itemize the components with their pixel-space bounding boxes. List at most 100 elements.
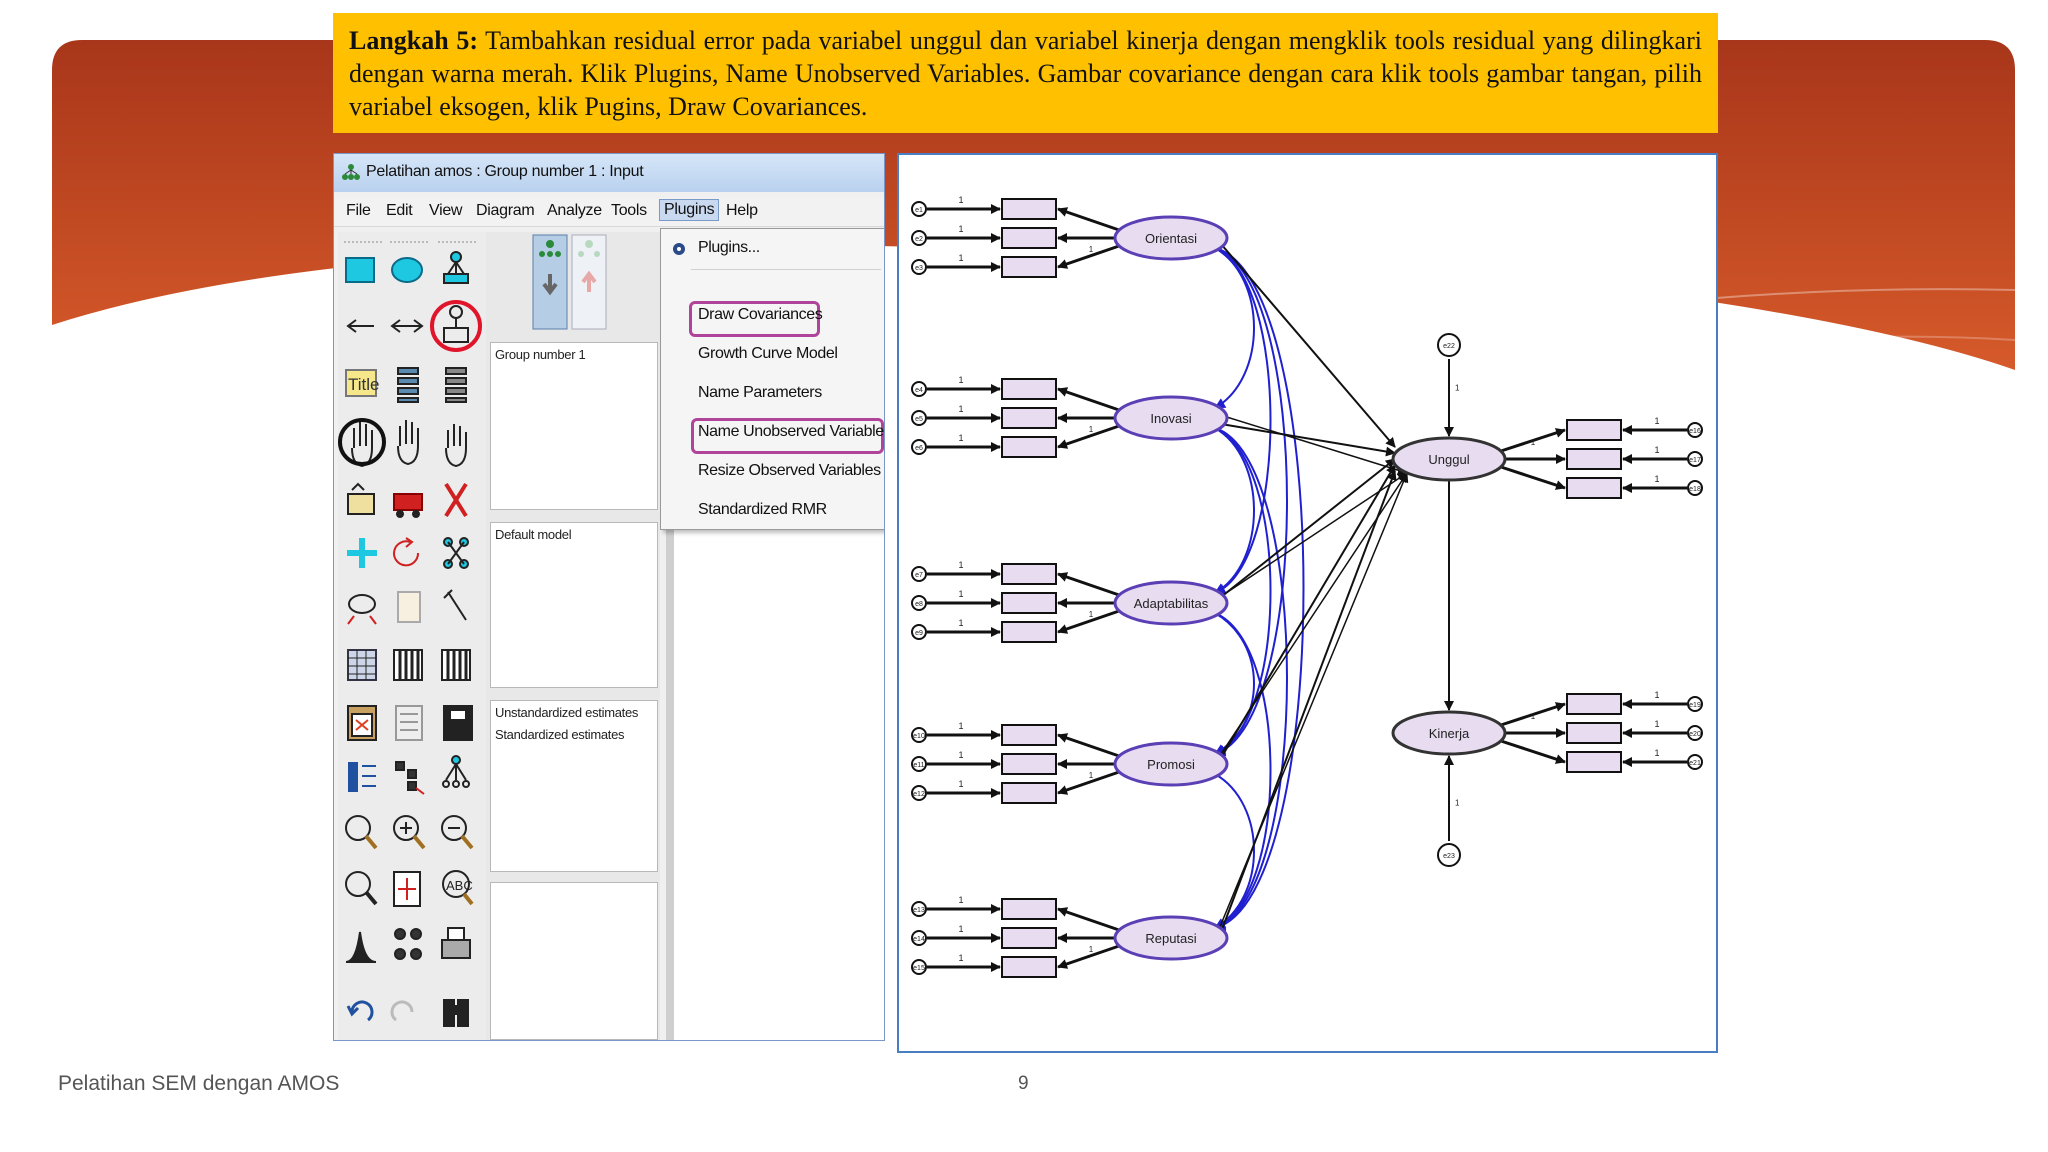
observed-variable[interactable] (1001, 563, 1057, 585)
observed-variable[interactable] (1001, 753, 1057, 775)
observed-variable[interactable] (1001, 898, 1057, 920)
loupe-icon[interactable]: ABC (442, 870, 474, 906)
menuitem-name-unobserved-variables[interactable]: Name Unobserved Variables (698, 423, 884, 441)
unstandardized-estimates-label[interactable]: Unstandardized estimates (495, 705, 638, 720)
fit-page-icon[interactable] (393, 871, 421, 907)
toolbox-grid: Title ABC (338, 241, 482, 1027)
menu-analyze[interactable]: Analyze (547, 202, 602, 220)
zoom-select-icon[interactable] (345, 815, 378, 850)
structural-path-unggul (1220, 243, 1396, 448)
files-panel[interactable] (490, 882, 658, 1040)
observed-variable[interactable] (1001, 256, 1057, 278)
groups-panel[interactable]: Group number 1 (490, 342, 658, 510)
menu-help[interactable]: Help (726, 202, 758, 220)
observed-variable[interactable] (1001, 407, 1057, 429)
ellipse-icon[interactable] (391, 257, 423, 283)
observed-variable[interactable] (1566, 751, 1622, 773)
list-objects-icon[interactable] (445, 367, 467, 403)
view-page-icon[interactable] (345, 871, 378, 906)
double-arrow-icon[interactable] (390, 319, 424, 333)
error-label: e1 (915, 207, 923, 214)
hand-select-all-icon[interactable] (397, 420, 419, 466)
menu-plugins[interactable]: Plugins (659, 199, 720, 221)
covariance-arrow (1203, 419, 1272, 756)
latent-label-adaptabilitas: Adaptabilitas (1134, 596, 1209, 611)
menu-edit[interactable]: Edit (386, 202, 413, 220)
specification-search-icon[interactable] (443, 999, 469, 1027)
move-icon[interactable] (393, 493, 423, 518)
move-parameters-icon[interactable] (347, 594, 377, 625)
print-icon[interactable] (441, 927, 471, 959)
preserve-symmetry-icon[interactable] (442, 755, 470, 788)
redo-icon[interactable] (390, 1000, 414, 1022)
menuitem-name-parameters[interactable]: Name Parameters (698, 384, 822, 402)
step-text: Tambahkan residual error pada variabel u… (349, 26, 1702, 121)
bayesian-icon[interactable] (345, 931, 377, 963)
menuitem-draw-covariances[interactable]: Draw Covariances (698, 306, 823, 324)
observed-variable[interactable] (1001, 956, 1057, 978)
estimates-panel[interactable]: Unstandardized estimates Standardized es… (490, 700, 658, 872)
text-output-icon[interactable] (395, 705, 423, 741)
observed-variable[interactable] (1001, 198, 1057, 220)
observed-variable[interactable] (1566, 477, 1622, 499)
calculate-estimates-icon[interactable] (441, 649, 471, 681)
observed-variable[interactable] (1001, 621, 1057, 643)
observed-variable[interactable] (1001, 782, 1057, 804)
standardized-estimates-label[interactable]: Standardized estimates (495, 727, 625, 742)
scroll-icon[interactable] (397, 591, 421, 623)
observed-variable[interactable] (1001, 724, 1057, 746)
observed-variable[interactable] (1566, 722, 1622, 744)
menuitem-plugins[interactable]: Plugins... (698, 239, 760, 257)
menu-view[interactable]: View (429, 202, 463, 220)
menuitem-growth-curve-model[interactable]: Growth Curve Model (698, 345, 838, 363)
reflect-icon[interactable] (443, 537, 469, 569)
shape-change-icon[interactable] (347, 538, 377, 568)
menu-file[interactable]: File (346, 202, 371, 220)
list-variables-icon[interactable] (397, 367, 419, 403)
model-label[interactable]: Default model (495, 527, 572, 542)
erase-icon[interactable] (444, 482, 468, 518)
title-icon[interactable]: Title (345, 369, 380, 397)
residual-weight-label: 1 (1455, 384, 1460, 393)
observed-variable[interactable] (1566, 693, 1622, 715)
observed-variable[interactable] (1566, 448, 1622, 470)
error-label: e7 (915, 572, 923, 579)
menu-diagram[interactable]: Diagram (476, 202, 535, 220)
menu-separator (691, 269, 881, 270)
multiple-group-icon[interactable] (394, 928, 422, 960)
observed-variable[interactable] (1001, 378, 1057, 400)
rotate-icon[interactable] (393, 537, 420, 567)
path-weight-label: 1 (958, 618, 963, 628)
hand-select-icon[interactable] (338, 418, 386, 468)
observed-variable[interactable] (1566, 419, 1622, 441)
hand-deselect-icon[interactable] (445, 424, 467, 468)
loading-path (1500, 739, 1566, 764)
observed-variable[interactable] (1001, 436, 1057, 458)
zoom-out-icon[interactable] (441, 815, 474, 850)
models-panel[interactable]: Default model (490, 522, 658, 688)
observed-variable[interactable] (1001, 227, 1057, 249)
menuitem-resize-observed-variables[interactable]: Resize Observed Variables (698, 462, 881, 480)
loading-path (1057, 207, 1120, 232)
menuitem-standardized-rmr[interactable]: Standardized RMR (698, 501, 827, 519)
drag-properties-icon[interactable] (395, 761, 425, 795)
zoom-in-icon[interactable] (393, 815, 426, 850)
data-file-icon[interactable] (347, 649, 377, 681)
menu-tools[interactable]: Tools (611, 202, 647, 220)
touch-up-icon[interactable] (443, 589, 467, 621)
undo-icon[interactable] (346, 1000, 374, 1022)
object-properties-icon[interactable] (348, 762, 376, 792)
step-instruction: Langkah 5: Tambahkan residual error pada… (333, 13, 1718, 133)
observed-variable[interactable] (1001, 927, 1057, 949)
single-arrow-icon[interactable] (346, 319, 374, 333)
duplicate-icon[interactable] (347, 482, 375, 515)
group-label[interactable]: Group number 1 (495, 347, 586, 362)
save-icon[interactable] (443, 705, 473, 741)
clipboard-icon[interactable] (347, 705, 377, 741)
rectangle-icon[interactable] (345, 257, 375, 283)
path-weight-label: 1 (958, 924, 963, 934)
residual-icon[interactable] (430, 300, 482, 352)
indicator-icon[interactable] (443, 251, 469, 284)
analysis-properties-icon[interactable] (393, 649, 423, 681)
observed-variable[interactable] (1001, 592, 1057, 614)
